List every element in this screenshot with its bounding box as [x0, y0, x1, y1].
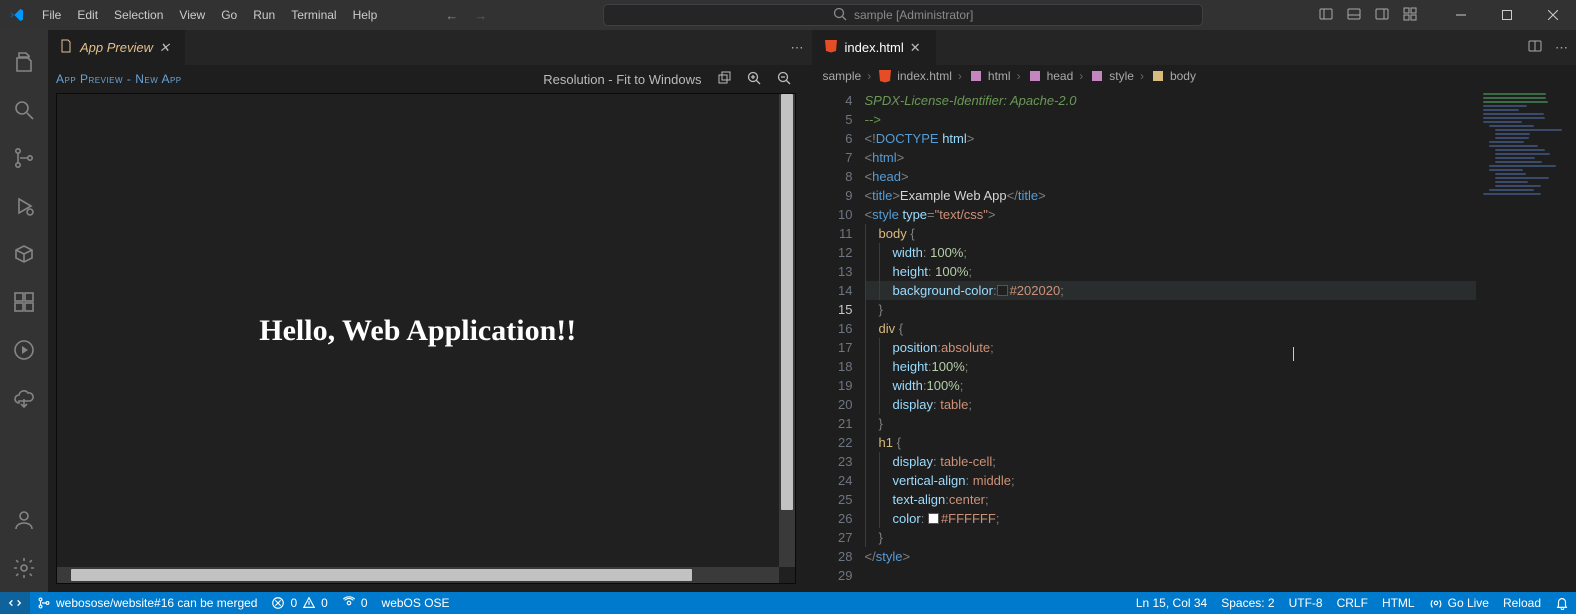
toggle-panel-bottom-icon[interactable]: [1346, 6, 1362, 25]
toggle-panel-left-icon[interactable]: [1318, 6, 1334, 25]
customize-layout-icon[interactable]: [1402, 6, 1418, 25]
status-encoding[interactable]: UTF-8: [1282, 592, 1330, 614]
status-notifications-icon[interactable]: [1548, 592, 1576, 614]
html-file-icon: [823, 38, 839, 57]
status-remote-icon[interactable]: [0, 592, 30, 614]
editor-more-icon[interactable]: ⋯: [791, 40, 804, 56]
nav-back-icon[interactable]: ←: [445, 8, 458, 23]
status-go-live[interactable]: Go Live: [1422, 592, 1496, 614]
menu-run[interactable]: Run: [245, 0, 283, 30]
status-sdk[interactable]: webOS OSE: [375, 592, 457, 614]
tab-close-icon[interactable]: ✕: [910, 40, 926, 56]
command-center[interactable]: sample [Administrator]: [603, 4, 1203, 26]
preview-zoom-out-icon[interactable]: [776, 70, 792, 89]
activity-bar: [0, 30, 48, 592]
menu-edit[interactable]: Edit: [69, 0, 106, 30]
tab-app-preview[interactable]: App Preview ✕: [48, 30, 186, 65]
menu-terminal[interactable]: Terminal: [283, 0, 344, 30]
line-number-gutter: 4567891011121314151617181920212223242526…: [813, 87, 865, 592]
activity-explorer-icon[interactable]: [0, 38, 48, 86]
status-cursor-position[interactable]: Ln 15, Col 34: [1129, 592, 1214, 614]
vscode-logo-icon: [0, 7, 34, 23]
menu-help[interactable]: Help: [345, 0, 386, 30]
menu-go[interactable]: Go: [213, 0, 245, 30]
text-editor[interactable]: 4567891011121314151617181920212223242526…: [813, 87, 1576, 592]
window-minimize-icon[interactable]: [1438, 0, 1484, 30]
tab-close-icon[interactable]: ✕: [159, 40, 175, 56]
nav-history: ← →: [445, 8, 487, 23]
search-icon: [832, 6, 848, 25]
command-center-text: sample [Administrator]: [854, 8, 973, 22]
workbench: App Preview ✕ ⋯ App Preview - New App Re…: [0, 30, 1576, 592]
activity-cloud-icon[interactable]: [0, 374, 48, 422]
breadcrumb-item[interactable]: html: [968, 68, 1011, 84]
breadcrumb-item[interactable]: index.html: [877, 68, 952, 84]
menu-bar: FileEditSelectionViewGoRunTerminalHelp: [34, 0, 385, 30]
status-language[interactable]: HTML: [1375, 592, 1422, 614]
preview-heading: Hello, Web Application!!: [259, 314, 576, 348]
breadcrumb-item[interactable]: style: [1089, 68, 1134, 84]
status-indentation[interactable]: Spaces: 2: [1214, 592, 1281, 614]
preview-file-icon: [58, 38, 74, 57]
status-bar: webosose/website#16 can be merged 0 0 0 …: [0, 592, 1576, 614]
status-problems[interactable]: 0 0: [264, 592, 334, 614]
activity-accounts-icon[interactable]: [0, 496, 48, 544]
preview-title: App Preview - New App: [56, 72, 182, 86]
breadcrumbs[interactable]: sample›index.html›html›head›style›body: [813, 65, 1576, 87]
activity-play-icon[interactable]: [0, 326, 48, 374]
tab-bar-left: App Preview ✕ ⋯: [48, 30, 812, 65]
preview-resolution-label[interactable]: Resolution - Fit to Windows: [543, 72, 701, 87]
editor-group-left: App Preview ✕ ⋯ App Preview - New App Re…: [48, 30, 813, 592]
editor-cursor-icon: [1293, 347, 1294, 361]
menu-selection[interactable]: Selection: [106, 0, 171, 30]
status-reload[interactable]: Reload: [1496, 592, 1548, 614]
split-editor-icon[interactable]: [1527, 38, 1543, 57]
editor-group-right: index.html ✕ ⋯ sample›index.html›html›he…: [813, 30, 1576, 592]
preview-toolbar: App Preview - New App Resolution - Fit t…: [48, 65, 804, 93]
activity-search-icon[interactable]: [0, 86, 48, 134]
tab-index-html[interactable]: index.html ✕: [813, 30, 937, 65]
menu-file[interactable]: File: [34, 0, 69, 30]
preview-scrollbar-vertical[interactable]: [779, 94, 795, 567]
tab-label: App Preview: [80, 40, 153, 55]
breadcrumb-item[interactable]: body: [1150, 68, 1196, 84]
preview-zoom-in-icon[interactable]: [746, 70, 762, 89]
status-eol[interactable]: CRLF: [1330, 592, 1375, 614]
window-maximize-icon[interactable]: [1484, 0, 1530, 30]
breadcrumb-item[interactable]: head: [1027, 68, 1074, 84]
minimap[interactable]: [1476, 87, 1576, 592]
window-close-icon[interactable]: [1530, 0, 1576, 30]
title-bar: FileEditSelectionViewGoRunTerminalHelp ←…: [0, 0, 1576, 30]
tab-bar-right: index.html ✕ ⋯: [813, 30, 1576, 65]
activity-settings-icon[interactable]: [0, 544, 48, 592]
preview-dup-window-icon[interactable]: [716, 70, 732, 89]
nav-forward-icon[interactable]: →: [474, 8, 487, 23]
activity-run-debug-icon[interactable]: [0, 182, 48, 230]
activity-extensions-icon[interactable]: [0, 278, 48, 326]
editor-more-icon[interactable]: ⋯: [1555, 40, 1568, 56]
status-branch[interactable]: webosose/website#16 can be merged: [30, 592, 264, 614]
preview-scrollbar-horizontal[interactable]: [57, 567, 779, 583]
activity-scm-icon[interactable]: [0, 134, 48, 182]
menu-view[interactable]: View: [171, 0, 213, 30]
preview-viewport[interactable]: Hello, Web Application!!: [56, 93, 796, 584]
breadcrumb-item[interactable]: sample: [823, 69, 862, 83]
activity-box-icon[interactable]: [0, 230, 48, 278]
status-ports[interactable]: 0: [335, 592, 375, 614]
toggle-panel-right-icon[interactable]: [1374, 6, 1390, 25]
tab-label: index.html: [845, 40, 904, 55]
